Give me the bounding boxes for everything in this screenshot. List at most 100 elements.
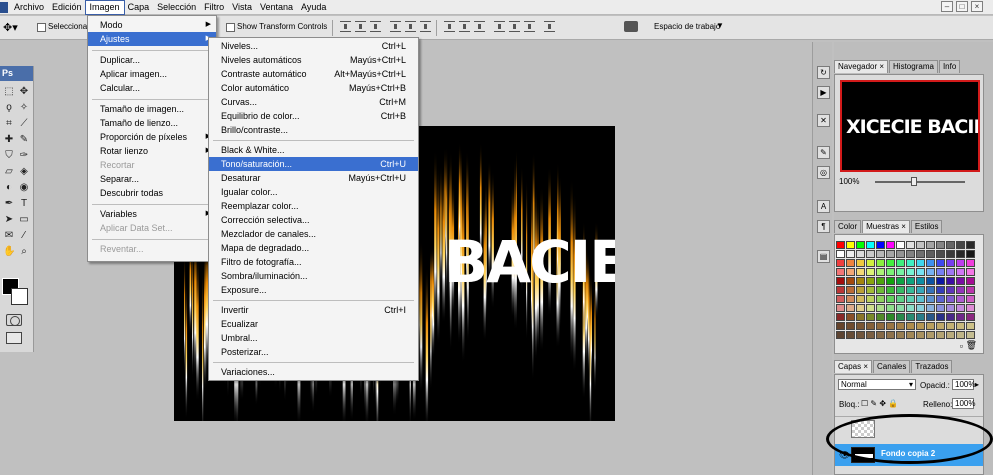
color-swatch[interactable] [906, 313, 915, 321]
color-swatch[interactable] [876, 322, 885, 330]
quick-mask-icon[interactable] [6, 314, 22, 326]
magic-wand-icon[interactable]: ✧ [18, 102, 30, 114]
ajustes_menu-item[interactable]: Mapa de degradado... [209, 241, 418, 255]
align-left-icon[interactable] [390, 21, 401, 32]
ajustes_menu-item[interactable]: Umbral... [209, 331, 418, 345]
color-swatch[interactable] [886, 313, 895, 321]
imagen_menu-item[interactable]: Variables▶ [88, 207, 216, 221]
color-swatch[interactable] [956, 295, 965, 303]
color-swatch[interactable] [926, 304, 935, 312]
color-swatch[interactable] [886, 268, 895, 276]
color-swatch[interactable] [856, 322, 865, 330]
blend-mode-select[interactable]: Normal ▾ [838, 379, 916, 390]
ajustes_menu-item[interactable]: Tono/saturación... Ctrl+U [209, 157, 418, 171]
distribute-left-icon[interactable] [494, 21, 505, 32]
layer-comps-icon[interactable]: ▤ [817, 250, 830, 263]
distribute-top-icon[interactable] [444, 21, 455, 32]
menu-imagen[interactable]: Imagen [84, 0, 125, 15]
tab-capas[interactable]: Capas × [834, 360, 873, 373]
color-swatch[interactable] [956, 304, 965, 312]
color-swatch[interactable] [966, 268, 975, 276]
color-swatch[interactable] [956, 322, 965, 330]
color-swatch[interactable] [926, 277, 935, 285]
brush-icon[interactable]: ✎ [18, 134, 30, 146]
zoom-icon[interactable]: ⌕ [18, 246, 30, 258]
color-swatch[interactable] [866, 241, 875, 249]
move-icon[interactable]: ✥ [18, 86, 30, 98]
imagen_menu-item[interactable]: Tamaño de imagen... [88, 102, 216, 116]
clone-source-icon[interactable]: ◎ [817, 166, 830, 179]
color-swatch[interactable] [956, 268, 965, 276]
eraser-icon[interactable]: ▱ [3, 166, 15, 178]
restore-button[interactable]: □ [956, 1, 968, 12]
color-swatch[interactable] [906, 295, 915, 303]
tool-presets-icon[interactable]: ✕ [817, 114, 830, 127]
color-swatch[interactable] [886, 331, 895, 339]
menu-seleccion[interactable]: Selección [153, 1, 200, 14]
color-swatch[interactable] [906, 259, 915, 267]
color-swatch[interactable] [936, 250, 945, 258]
zoom-slider[interactable] [875, 177, 965, 186]
color-swatch[interactable] [926, 250, 935, 258]
color-swatch[interactable] [936, 313, 945, 321]
menu-vista[interactable]: Vista [228, 1, 256, 14]
toolbox-header[interactable]: Ps [0, 66, 33, 81]
eyedropper-icon[interactable]: ⁄ [18, 230, 30, 242]
color-swatch[interactable] [916, 259, 925, 267]
character-icon[interactable]: A [817, 200, 830, 213]
stamp-icon[interactable]: ⛉ [3, 150, 15, 162]
color-swatch[interactable] [906, 241, 915, 249]
color-swatch[interactable] [856, 277, 865, 285]
minimize-button[interactable]: – [941, 1, 953, 12]
color-swatch[interactable] [876, 286, 885, 294]
color-swatch[interactable] [936, 286, 945, 294]
color-swatch[interactable] [886, 241, 895, 249]
workspace-icon[interactable] [624, 21, 638, 32]
menu-filtro[interactable]: Filtro [200, 1, 228, 14]
imagen_menu-item[interactable]: Separar... [88, 172, 216, 186]
color-swatch[interactable] [886, 259, 895, 267]
color-swatch[interactable] [856, 313, 865, 321]
color-swatch[interactable] [866, 286, 875, 294]
color-swatch[interactable] [846, 241, 855, 249]
color-swatch[interactable] [876, 304, 885, 312]
color-swatch[interactable] [906, 277, 915, 285]
color-swatch[interactable] [856, 259, 865, 267]
color-swatch[interactable] [946, 286, 955, 294]
color-swatch[interactable] [956, 241, 965, 249]
color-swatch[interactable] [876, 241, 885, 249]
color-swatch[interactable] [946, 322, 955, 330]
color-swatch[interactable] [896, 250, 905, 258]
align-bottom-icon[interactable] [370, 21, 381, 32]
color-swatch[interactable] [836, 250, 845, 258]
color-swatch[interactable] [896, 304, 905, 312]
menu-ventana[interactable]: Ventana [256, 1, 297, 14]
color-swatch[interactable] [886, 304, 895, 312]
zoom-level[interactable]: 100% [839, 177, 859, 186]
align-top-icon[interactable] [340, 21, 351, 32]
color-swatch[interactable] [846, 286, 855, 294]
color-swatch[interactable] [836, 241, 845, 249]
color-swatch[interactable] [936, 304, 945, 312]
color-swatch[interactable] [846, 304, 855, 312]
color-swatch[interactable] [916, 304, 925, 312]
color-swatch[interactable] [926, 259, 935, 267]
trash-icon[interactable]: 🗑 [966, 340, 977, 351]
color-swatch[interactable] [936, 295, 945, 303]
ajustes_menu-item[interactable]: Contraste automático Alt+Mayús+Ctrl+L [209, 67, 418, 81]
color-swatch[interactable] [876, 331, 885, 339]
ajustes_menu-item[interactable]: Curvas... Ctrl+M [209, 95, 418, 109]
tab-trazados[interactable]: Trazados [911, 360, 953, 373]
sponge-icon[interactable]: ◉ [18, 182, 30, 194]
color-swatch[interactable] [836, 322, 845, 330]
color-swatch[interactable] [926, 295, 935, 303]
color-swatch[interactable] [946, 268, 955, 276]
imagen_menu-item[interactable]: Proporción de píxeles▶ [88, 130, 216, 144]
color-swatch[interactable] [936, 259, 945, 267]
lasso-icon[interactable]: ϙ [3, 102, 15, 114]
color-swatch[interactable] [866, 322, 875, 330]
ajustes_menu-item[interactable]: Niveles... Ctrl+L [209, 39, 418, 53]
ajustes_menu-item[interactable]: Exposure... [209, 283, 418, 297]
color-swatch[interactable] [916, 286, 925, 294]
color-swatch[interactable] [956, 250, 965, 258]
